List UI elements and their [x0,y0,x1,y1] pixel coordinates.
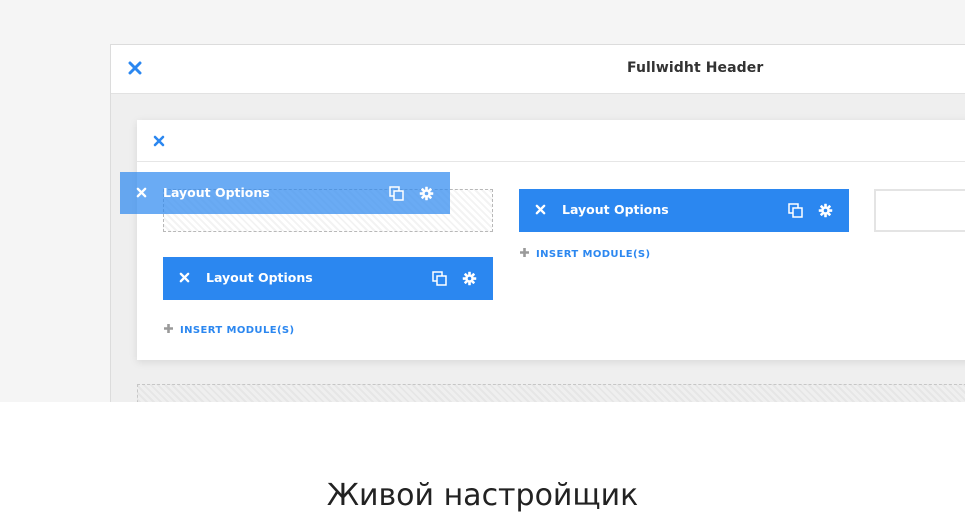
insert-module-link-right[interactable]: INSERT MODULE(S) [519,247,651,260]
copy-icon[interactable] [788,203,803,218]
page-caption: Живой настройщик [326,478,639,513]
close-icon[interactable] [179,272,190,283]
close-icon[interactable] [128,61,142,75]
module-label: Layout Options [206,270,313,285]
close-icon[interactable] [136,187,147,198]
section-title: Fullwidht Header [627,60,764,76]
plus-icon [520,248,529,257]
insert-module-label: INSERT MODULE(S) [180,325,295,336]
module-layout-options-dragging[interactable]: Layout Options [120,172,450,214]
builder-canvas: Fullwidht Header Layout Options INSERT M… [0,0,965,402]
module-layout-options-right[interactable]: Layout Options [519,189,849,232]
close-icon[interactable] [535,204,546,215]
plus-icon [164,324,173,333]
gear-icon[interactable] [419,186,434,201]
section-header: Fullwidht Header [111,45,965,94]
row-card: Layout Options INSERT MODULE(S) Layout O… [137,120,965,360]
insert-module-link-left[interactable]: INSERT MODULE(S) [163,323,295,336]
copy-icon[interactable] [432,271,447,286]
close-icon[interactable] [153,135,165,147]
gear-icon[interactable] [818,203,833,218]
module-layout-options-left[interactable]: Layout Options [163,257,493,300]
empty-column-slot [874,189,965,232]
add-row-placeholder[interactable] [137,384,965,402]
row-header [137,120,965,162]
module-label: Layout Options [163,185,270,200]
insert-module-label: INSERT MODULE(S) [536,249,651,260]
module-label: Layout Options [562,202,669,217]
copy-icon[interactable] [389,186,404,201]
gear-icon[interactable] [462,271,477,286]
